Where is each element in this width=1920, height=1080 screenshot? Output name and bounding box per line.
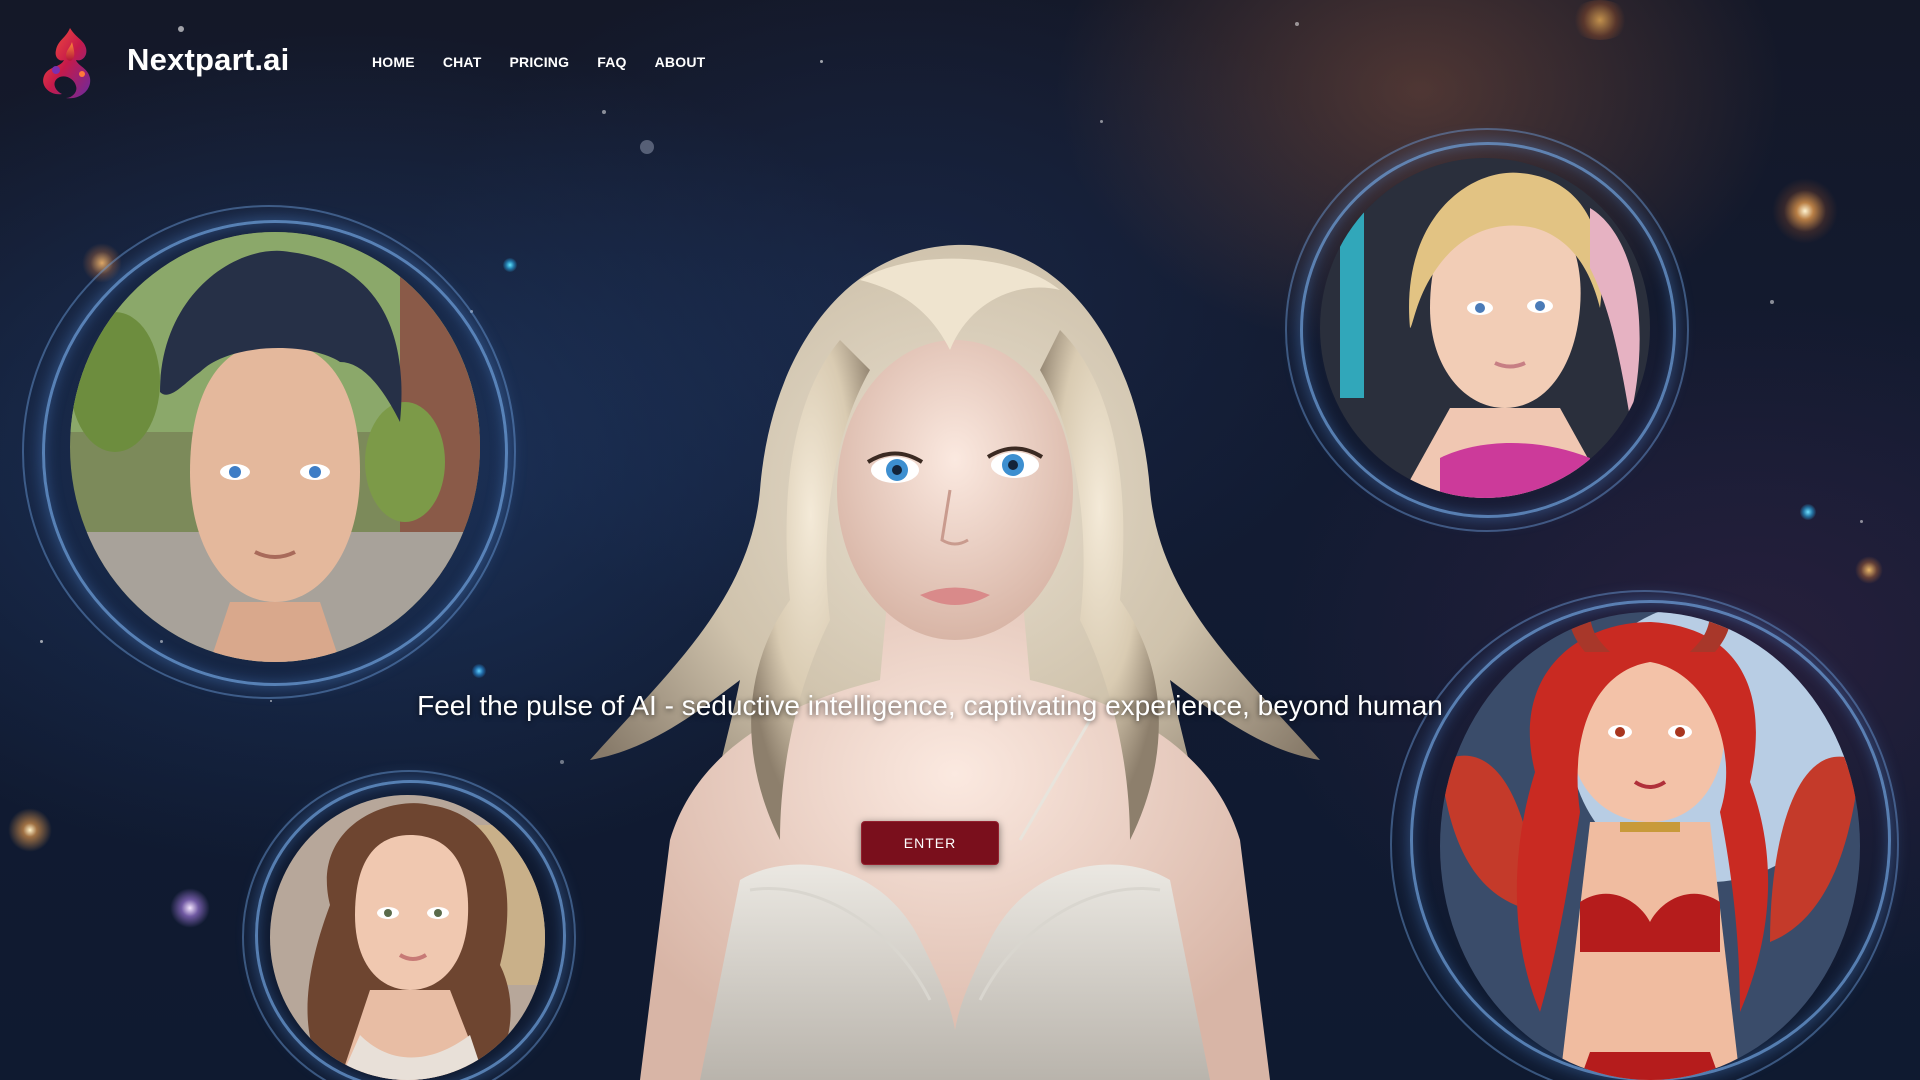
- enter-button[interactable]: ENTER: [861, 821, 999, 865]
- dark-haired-man-portrait[interactable]: [70, 232, 480, 662]
- brand-name[interactable]: Nextpart.ai: [127, 42, 289, 78]
- main-nav: HOME CHAT PRICING FAQ ABOUT: [372, 54, 733, 70]
- nav-home[interactable]: HOME: [372, 54, 415, 70]
- nav-pricing[interactable]: PRICING: [509, 54, 569, 70]
- hero-tagline: Feel the pulse of AI - seductive intelli…: [417, 690, 1443, 721]
- nav-chat[interactable]: CHAT: [443, 54, 482, 70]
- nav-faq[interactable]: FAQ: [597, 54, 626, 70]
- flame-swirl-logo-icon[interactable]: [36, 24, 104, 100]
- brunette-woman-portrait[interactable]: [270, 795, 545, 1080]
- blonde-ponytail-woman-portrait[interactable]: [1320, 158, 1650, 498]
- site-header: Nextpart.ai HOME CHAT PRICING FAQ ABOUT: [0, 0, 1920, 125]
- landing-page: Nextpart.ai HOME CHAT PRICING FAQ ABOUT: [0, 0, 1920, 1080]
- red-haired-demon-woman-portrait[interactable]: [1440, 612, 1860, 1080]
- central-blonde-woman-figure: [590, 244, 1320, 1080]
- nav-about[interactable]: ABOUT: [655, 54, 706, 70]
